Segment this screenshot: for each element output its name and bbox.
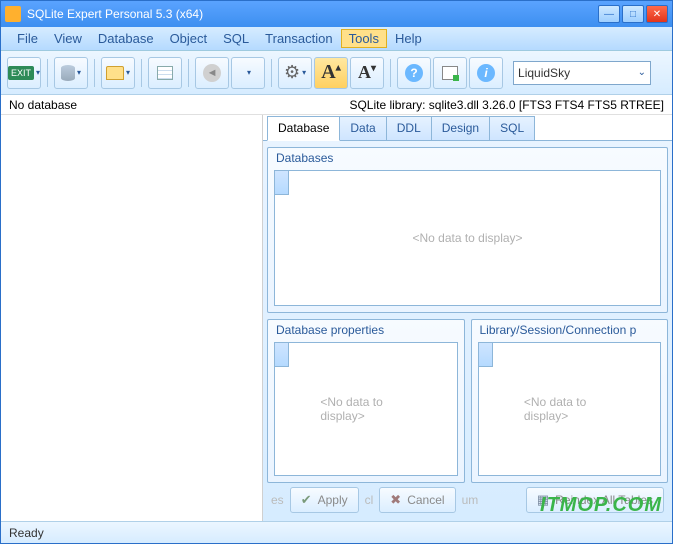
- separator: [94, 59, 95, 87]
- menu-bar: File View Database Object SQL Transactio…: [1, 27, 672, 51]
- column-header-stub: [275, 171, 289, 195]
- db-properties-title: Database properties: [268, 320, 464, 342]
- cancel-button[interactable]: ✖ Cancel: [379, 487, 455, 513]
- separator: [188, 59, 189, 87]
- separator: [390, 59, 391, 87]
- title-bar: SQLite Expert Personal 5.3 (x64) — □ ✕: [1, 1, 672, 27]
- back-icon: ◄: [203, 64, 221, 82]
- apply-button[interactable]: ✔ Apply: [290, 487, 359, 513]
- open-button[interactable]: ▾: [101, 57, 135, 89]
- db-properties-panel: Database properties <No data to display>: [267, 319, 465, 483]
- separator: [47, 59, 48, 87]
- help-icon: ?: [405, 64, 423, 82]
- minimize-button[interactable]: —: [598, 5, 620, 23]
- grid-button[interactable]: [148, 57, 182, 89]
- column-header-stub: [479, 343, 493, 367]
- menu-database[interactable]: Database: [90, 29, 162, 48]
- separator: [271, 59, 272, 87]
- back-button[interactable]: ◄: [195, 57, 229, 89]
- library-info-label: SQLite library: sqlite3.dll 3.26.0 [FTS3…: [349, 98, 664, 112]
- sidebar: [1, 115, 263, 521]
- no-data-label: <No data to display>: [412, 231, 522, 245]
- chevron-down-icon: ⌄: [638, 67, 646, 78]
- font-increase-icon: A▴: [321, 61, 340, 84]
- no-data-label: <No data to display>: [320, 395, 411, 423]
- main-area: Database Data DDL Design SQL Databases <…: [1, 115, 672, 521]
- status-bar: Ready: [1, 521, 672, 543]
- apply-label: Apply: [318, 493, 348, 507]
- session-panel-body: <No data to display>: [478, 342, 662, 476]
- session-panel: Library/Session/Connection p <No data to…: [471, 319, 669, 483]
- window-button[interactable]: [433, 57, 467, 89]
- grid-icon: [157, 66, 173, 80]
- tab-sql[interactable]: SQL: [489, 116, 535, 140]
- column-header-stub: [275, 343, 289, 367]
- reindex-label: Reindex All Tables: [555, 493, 653, 507]
- menu-view[interactable]: View: [46, 29, 90, 48]
- skin-select-value: LiquidSky: [518, 66, 570, 80]
- help-button[interactable]: ?: [397, 57, 431, 89]
- content-area: Database Data DDL Design SQL Databases <…: [263, 115, 672, 521]
- tab-ddl[interactable]: DDL: [386, 116, 432, 140]
- truncated-text: es: [271, 493, 284, 507]
- about-button[interactable]: i: [469, 57, 503, 89]
- session-panel-title: Library/Session/Connection p: [472, 320, 668, 342]
- databases-panel: Databases <No data to display>: [267, 147, 668, 313]
- exit-button[interactable]: EXIT▾: [7, 57, 41, 89]
- truncated-text: cl: [365, 493, 374, 507]
- menu-transaction[interactable]: Transaction: [257, 29, 340, 48]
- info-icon: i: [477, 64, 495, 82]
- reindex-icon: ▦: [537, 492, 549, 508]
- tab-database[interactable]: Database: [267, 116, 340, 141]
- app-icon: [5, 6, 21, 22]
- databases-panel-body: <No data to display>: [274, 170, 661, 306]
- cancel-label: Cancel: [407, 493, 444, 507]
- tab-design[interactable]: Design: [431, 116, 490, 140]
- window-icon: [442, 66, 458, 80]
- status-label: Ready: [9, 526, 44, 540]
- databases-panel-title: Databases: [268, 148, 667, 170]
- reindex-button[interactable]: ▦ Reindex All Tables: [526, 487, 664, 513]
- tab-bar: Database Data DDL Design SQL: [263, 115, 672, 141]
- skin-select[interactable]: LiquidSky ⌄: [513, 61, 651, 85]
- action-bar: es ✔ Apply cl ✖ Cancel um ▦ Reindex All …: [267, 483, 668, 517]
- exit-icon: EXIT: [8, 66, 34, 80]
- window-title: SQLite Expert Personal 5.3 (x64): [27, 7, 203, 21]
- db-button[interactable]: ▾: [54, 57, 88, 89]
- no-data-label: <No data to display>: [524, 395, 615, 423]
- forward-button[interactable]: ▾: [231, 57, 265, 89]
- font-decrease-button[interactable]: A▾: [350, 57, 384, 89]
- menu-sql[interactable]: SQL: [215, 29, 257, 48]
- menu-file[interactable]: File: [9, 29, 46, 48]
- info-line: No database SQLite library: sqlite3.dll …: [1, 95, 672, 115]
- separator: [141, 59, 142, 87]
- menu-help[interactable]: Help: [387, 29, 430, 48]
- toolbar: EXIT▾ ▾ ▾ ◄ ▾ ⚙▾ A▴ A▾ ? i LiquidSky ⌄: [1, 51, 672, 95]
- folder-icon: [106, 66, 124, 80]
- font-increase-button[interactable]: A▴: [314, 57, 348, 89]
- cross-icon: ✖: [390, 492, 401, 508]
- menu-object[interactable]: Object: [162, 29, 216, 48]
- tab-data[interactable]: Data: [339, 116, 386, 140]
- check-icon: ✔: [301, 492, 312, 508]
- settings-button[interactable]: ⚙▾: [278, 57, 312, 89]
- gear-icon: ⚙: [284, 62, 300, 83]
- menu-tools[interactable]: Tools: [341, 29, 387, 48]
- db-status-label: No database: [9, 98, 77, 112]
- db-properties-body: <No data to display>: [274, 342, 458, 476]
- truncated-text: um: [462, 493, 479, 507]
- database-icon: [61, 65, 75, 81]
- maximize-button[interactable]: □: [622, 5, 644, 23]
- close-button[interactable]: ✕: [646, 5, 668, 23]
- font-decrease-icon: A▾: [358, 62, 376, 83]
